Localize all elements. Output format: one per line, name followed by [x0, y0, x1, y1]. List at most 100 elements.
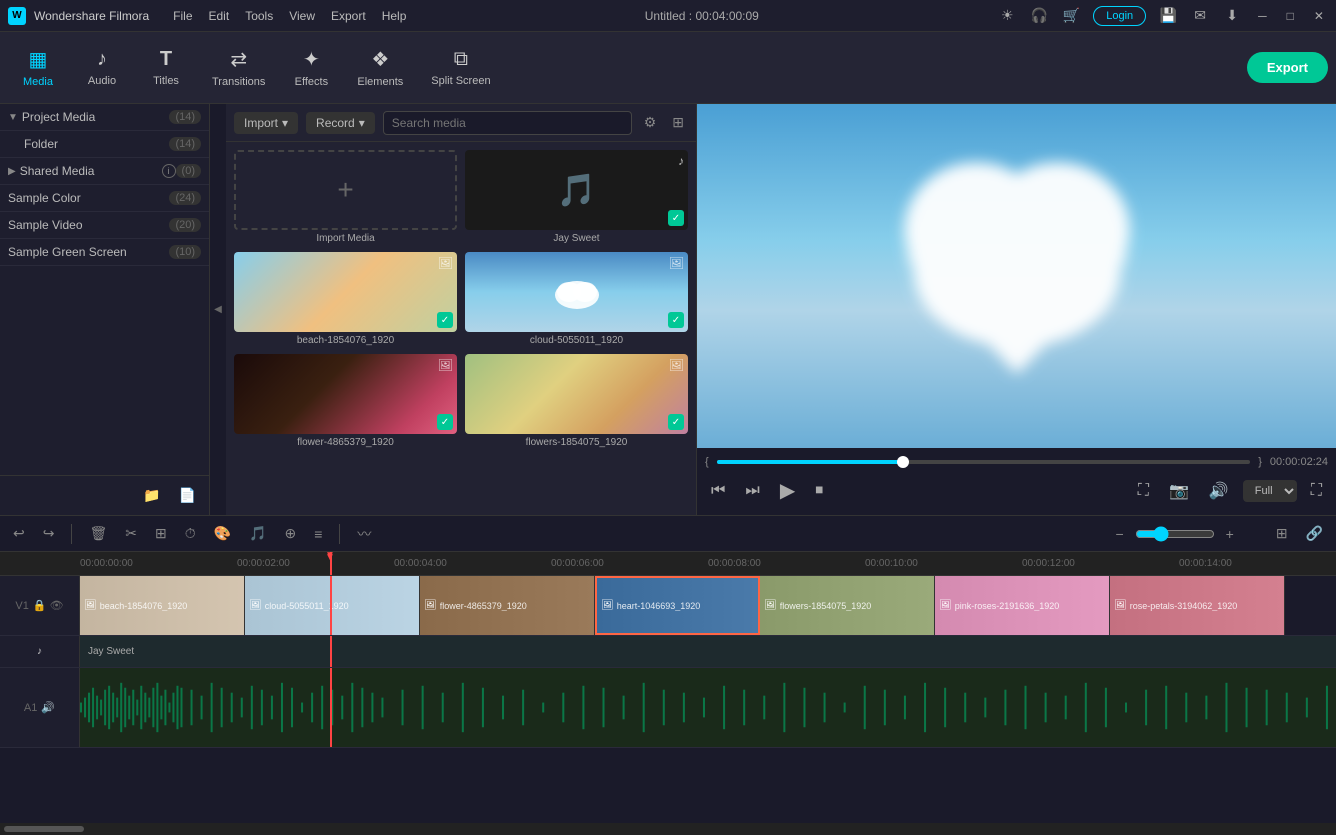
expand-arrow-icon: ▼: [8, 112, 18, 123]
fit-screen-button[interactable]: ⛶: [1132, 478, 1155, 504]
jay-track-content[interactable]: Jay Sweet: [80, 636, 1336, 667]
clip-rose[interactable]: 🖼 rose-petals-3194062_1920: [1110, 576, 1285, 635]
menu-view[interactable]: View: [289, 9, 315, 23]
menu-export[interactable]: Export: [331, 9, 366, 23]
jay-sweet-item[interactable]: 🎵 ♪ ✓ Jay Sweet: [465, 150, 688, 244]
fullscreen-button[interactable]: ⛶: [1305, 478, 1328, 504]
redo-button[interactable]: ↪: [38, 522, 60, 545]
audio-mute-button[interactable]: 🔊: [41, 701, 55, 714]
menu-file[interactable]: File: [173, 9, 192, 23]
stabilize-button[interactable]: ⊕: [280, 522, 302, 545]
toolbar-effects[interactable]: ✦ Effects: [281, 41, 341, 94]
quality-select[interactable]: Full: [1243, 480, 1297, 502]
filter-icon[interactable]: ⚙: [640, 110, 661, 135]
clip-beach[interactable]: 🖼 beach-1854076_1920: [80, 576, 245, 635]
volume-button[interactable]: 🔊: [1203, 477, 1235, 505]
panel-collapse-button[interactable]: ◀: [210, 104, 226, 515]
import-media-box[interactable]: + Import Media: [234, 150, 457, 244]
track-eye-button[interactable]: 👁: [50, 599, 64, 612]
preview-video[interactable]: [697, 104, 1336, 448]
video-track-1-content[interactable]: 🖼 beach-1854076_1920 🖼 cloud-5055011_192…: [80, 576, 1336, 635]
menu-edit[interactable]: Edit: [209, 9, 230, 23]
sample-video-item[interactable]: Sample Video (20): [0, 212, 209, 239]
toolbar-media[interactable]: ▦ Media: [8, 41, 68, 94]
toolbar-transitions[interactable]: ⇄ Transitions: [200, 41, 277, 94]
toolbar-split-screen[interactable]: ⧉ Split Screen: [419, 42, 502, 93]
clip-cloud[interactable]: 🖼 cloud-5055011_1920: [245, 576, 420, 635]
menu-tools[interactable]: Tools: [245, 9, 273, 23]
clip-flowers2[interactable]: 🖼 flowers-1854075_1920: [760, 576, 935, 635]
undo-button[interactable]: ↩: [8, 522, 30, 545]
ruler-mark-10: 00:00:10:00: [865, 558, 1022, 569]
zoom-in-button[interactable]: +: [1221, 523, 1239, 545]
scrollbar-thumb[interactable]: [4, 826, 84, 832]
minimize-button[interactable]: ─: [1254, 9, 1271, 23]
ruler-mark-4: 00:00:04:00: [394, 558, 551, 569]
grid-view-icon[interactable]: ⊞: [668, 110, 688, 135]
download-icon[interactable]: ⬇: [1222, 6, 1242, 26]
delete-button[interactable]: 🗑: [84, 522, 112, 545]
sample-color-item[interactable]: Sample Color (24): [0, 185, 209, 212]
cut-button[interactable]: ✂: [120, 522, 142, 545]
beach-media-item[interactable]: 🖼 ✓ beach-1854076_1920: [234, 252, 457, 346]
speed-button[interactable]: ⏱: [180, 522, 201, 545]
toolbar-elements[interactable]: ❖ Elements: [345, 41, 415, 94]
seekbar-track[interactable]: [717, 460, 1251, 464]
snapshot-button[interactable]: 📷: [1163, 477, 1195, 505]
sun-icon[interactable]: ☀: [997, 6, 1017, 26]
waveform-button[interactable]: 〰: [352, 521, 376, 547]
audio-edit-button[interactable]: 🎵: [244, 522, 271, 545]
sample-green-screen-item[interactable]: Sample Green Screen (10): [0, 239, 209, 266]
maximize-button[interactable]: □: [1283, 9, 1298, 23]
clip-pink[interactable]: 🖼 pink-roses-2191636_1920: [935, 576, 1110, 635]
zoom-controls: − +: [1110, 523, 1238, 545]
project-media-item[interactable]: ▼ Project Media (14): [0, 104, 209, 131]
jay-sweet-label: Jay Sweet: [465, 233, 688, 244]
add-folder-button[interactable]: 📁: [138, 484, 165, 507]
clip-flower[interactable]: 🖼 flower-4865379_1920: [420, 576, 595, 635]
timeline-tracks: V1 🔒 👁 🖼 beach-1854076_1920 🖼 cloud-5055…: [0, 576, 1336, 823]
export-button[interactable]: Export: [1247, 52, 1328, 83]
flower-media-item[interactable]: 🖼 ✓ flower-4865379_1920: [234, 354, 457, 448]
play-button[interactable]: ▶: [774, 474, 801, 507]
zoom-slider[interactable]: [1135, 526, 1215, 542]
shared-media-item[interactable]: ▶ Shared Media i (0): [0, 158, 209, 185]
stop-button[interactable]: ⏹: [809, 478, 829, 504]
timeline-scrollbar[interactable]: [0, 823, 1336, 835]
new-folder-button[interactable]: 📄: [174, 484, 201, 507]
cloud-media-item[interactable]: 🖼 ✓ cloud-5055011_1920: [465, 252, 688, 346]
skip-back-button[interactable]: ⏮: [705, 478, 731, 504]
mail-icon[interactable]: ✉: [1190, 6, 1210, 26]
color-button[interactable]: 🎨: [209, 522, 236, 545]
record-button[interactable]: Record ▾: [306, 112, 375, 134]
music-note-icon: 🎵: [557, 171, 597, 209]
seekbar-thumb[interactable]: [897, 456, 909, 468]
toolbar-transitions-label: Transitions: [212, 76, 265, 88]
close-button[interactable]: ✕: [1310, 9, 1328, 23]
link-tracks-button[interactable]: 🔗: [1301, 522, 1328, 545]
crop-button[interactable]: ⊞: [150, 522, 172, 545]
toolbar-elements-label: Elements: [357, 76, 403, 88]
headphones-icon[interactable]: 🎧: [1029, 6, 1049, 26]
toolbar-titles[interactable]: T Titles: [136, 42, 196, 93]
step-back-button[interactable]: ⏭: [739, 478, 765, 504]
search-input[interactable]: [383, 111, 632, 135]
preview-right-controls: ⛶ 📷 🔊 Full ⛶: [1132, 477, 1328, 505]
add-track-button[interactable]: ⊞: [1271, 522, 1293, 545]
track-lock-button[interactable]: 🔒: [33, 599, 47, 612]
clip-rose-label: rose-petals-3194062_1920: [1130, 601, 1238, 611]
cart-icon[interactable]: 🛒: [1061, 6, 1081, 26]
import-button[interactable]: Import ▾: [234, 112, 298, 134]
audio-track-content[interactable]: [80, 668, 1336, 747]
folder-item[interactable]: Folder (14): [0, 131, 209, 158]
flowers-media-item[interactable]: 🖼 ✓ flowers-1854075_1920: [465, 354, 688, 448]
login-button[interactable]: Login: [1093, 6, 1146, 26]
import-drop-zone[interactable]: +: [234, 150, 457, 230]
clip-heart[interactable]: 🖼 heart-1046693_1920: [595, 576, 760, 635]
toolbar-audio[interactable]: ♪ Audio: [72, 42, 132, 93]
zoom-out-button[interactable]: −: [1110, 523, 1128, 545]
mix-button[interactable]: ≡: [309, 523, 327, 545]
menu-help[interactable]: Help: [382, 9, 407, 23]
save-icon[interactable]: 💾: [1158, 6, 1178, 26]
media-toolbar: Import ▾ Record ▾ ⚙ ⊞: [226, 104, 696, 142]
